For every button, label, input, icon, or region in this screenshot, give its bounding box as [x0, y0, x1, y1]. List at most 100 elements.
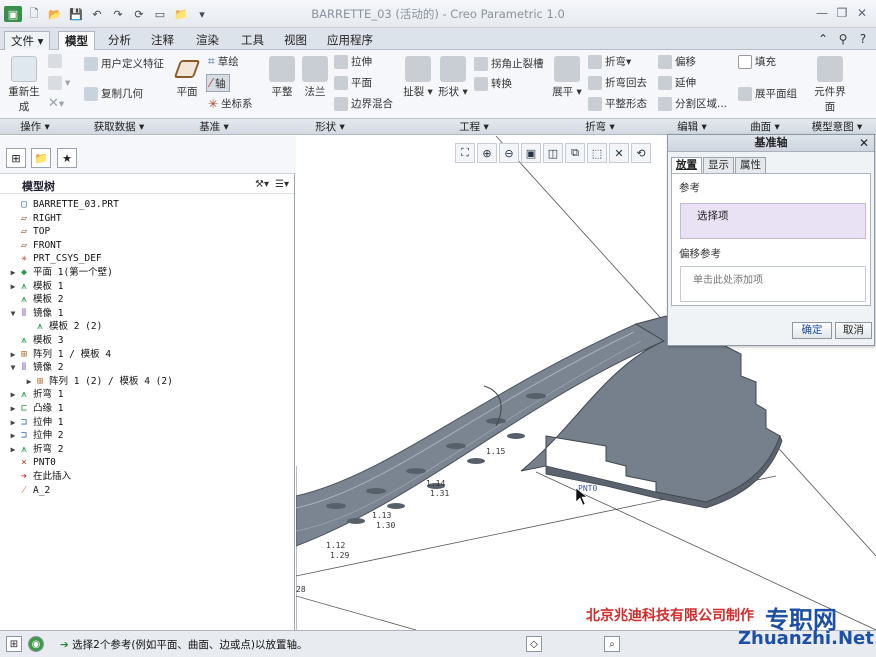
collapse-ribbon-icon[interactable]: ⌃: [814, 31, 832, 47]
rip-button[interactable]: 扯裂 ▾: [402, 56, 434, 99]
tree-expander-icon[interactable]: ▶: [8, 402, 18, 415]
saved-views-icon[interactable]: ⧉: [565, 143, 585, 163]
view-manager-icon[interactable]: ⬚: [587, 143, 607, 163]
group-edit[interactable]: 编辑 ▾: [652, 120, 732, 134]
close-icon[interactable]: ✕: [852, 4, 872, 22]
group-surface[interactable]: 曲面 ▾: [732, 120, 798, 134]
spin-center-icon[interactable]: ⟲: [631, 143, 651, 163]
dialog-close-icon[interactable]: ✕: [859, 135, 869, 151]
tree-item[interactable]: ▶ ⊐ 拉伸 2: [8, 429, 64, 442]
regenerate-button[interactable]: 重新生成: [6, 56, 42, 114]
axis-button[interactable]: ⁄ 轴: [206, 74, 230, 92]
datum-display-icon[interactable]: ✕: [609, 143, 629, 163]
tree-item[interactable]: ⩚ 模板 2: [8, 293, 63, 306]
zoom-in-icon[interactable]: ⊕: [477, 143, 497, 163]
tree-item[interactable]: ➔ 在此插入: [8, 470, 71, 483]
reference-collector[interactable]: 选择项: [680, 203, 866, 239]
plane-button[interactable]: 平面: [172, 56, 202, 99]
extend-button[interactable]: 延伸: [658, 75, 696, 90]
tree-item[interactable]: ⁄ A_2: [8, 484, 50, 497]
flatten-form-button[interactable]: 平整形态: [588, 96, 647, 111]
group-bend[interactable]: 折弯 ▾: [548, 120, 652, 134]
refit-icon[interactable]: ⛶: [455, 143, 475, 163]
cancel-button[interactable]: 取消: [835, 322, 872, 339]
tree-item[interactable]: ⩚ 模板 2 (2): [24, 320, 102, 333]
tree-expander-icon[interactable]: ▶: [8, 388, 18, 401]
browser-toggle-icon[interactable]: ◉: [28, 636, 44, 652]
tree-item[interactable]: ▶ ⩚ 模板 1: [8, 280, 64, 293]
user-feature-button[interactable]: 用户定义特征: [84, 56, 164, 71]
tree-item[interactable]: ▶ ⩚ 折弯 2: [8, 443, 64, 456]
unbend-button[interactable]: 展平 ▾: [552, 56, 582, 99]
tree-item[interactable]: ▶ ⊏ 凸缘 1: [8, 402, 64, 415]
repaint-icon[interactable]: ▣: [521, 143, 541, 163]
copy-button[interactable]: [48, 54, 65, 68]
element-ui-button[interactable]: 元件界面: [812, 56, 848, 114]
group-shape[interactable]: 形状 ▾: [260, 120, 400, 134]
group-datum[interactable]: 基准 ▾: [168, 120, 260, 134]
flange-button[interactable]: 法兰: [301, 56, 329, 99]
zoom-out-icon[interactable]: ⊖: [499, 143, 519, 163]
tab-file[interactable]: 文件 ▾: [4, 31, 51, 50]
tree-item[interactable]: ▶ ◆ 平面 1(第一个壁): [8, 266, 113, 279]
tree-expander-icon[interactable]: ▶: [8, 416, 18, 429]
tree-expander-icon[interactable]: ▶: [8, 429, 18, 442]
model-tree-tab-icon[interactable]: ⊞: [6, 148, 26, 168]
group-engineering[interactable]: 工程 ▾: [400, 120, 548, 134]
tree-expander-icon[interactable]: ▶: [8, 443, 18, 456]
tree-item[interactable]: ▶ ⊞ 阵列 1 / 模板 4: [8, 348, 111, 361]
tree-show-icon[interactable]: ☰▾: [274, 176, 290, 192]
group-operations[interactable]: 操作 ▾: [0, 120, 70, 134]
ok-button[interactable]: 确定: [792, 322, 832, 339]
group-model-intent[interactable]: 模型意图 ▾: [798, 120, 876, 134]
tree-expander-icon[interactable]: ▶: [24, 375, 34, 388]
fill-button[interactable]: 填充: [738, 54, 776, 69]
tree-item[interactable]: ▱ RIGHT: [8, 212, 62, 225]
tree-item[interactable]: ▼ ⫴ 镜像 1: [8, 307, 64, 320]
tree-item[interactable]: ▼ ⫴ 镜像 2: [8, 361, 64, 374]
tab-model[interactable]: 模型: [58, 31, 95, 50]
tree-expander-icon[interactable]: ▶: [8, 266, 18, 279]
tab-analysis[interactable]: 分析: [102, 31, 137, 50]
tree-expander-icon[interactable]: ▼: [8, 307, 18, 320]
tree-settings-icon[interactable]: ⚒▾: [254, 176, 270, 192]
tab-tools[interactable]: 工具: [235, 31, 270, 50]
tree-item[interactable]: ▶ ⩚ 折弯 1: [8, 388, 64, 401]
tree-item[interactable]: ▱ FRONT: [8, 239, 62, 252]
tree-item[interactable]: ▶ ⊞ 阵列 1 (2) / 模板 4 (2): [24, 375, 173, 388]
tab-applications[interactable]: 应用程序: [321, 31, 379, 50]
sketch-button[interactable]: ⌗ 草绘: [208, 54, 239, 69]
folder-browser-tab-icon[interactable]: 📁: [31, 148, 51, 168]
tree-item[interactable]: ⩚ 模板 3: [8, 334, 63, 347]
search-icon[interactable]: ⚲: [834, 31, 852, 47]
delete-button[interactable]: ✕ ▾: [48, 96, 64, 111]
tree-item[interactable]: × PNT0: [8, 456, 56, 469]
flat-button[interactable]: 平整: [268, 56, 296, 99]
flat-pattern-button[interactable]: 展平面组: [738, 86, 797, 101]
tree-item[interactable]: ▶ ⊐ 拉伸 1: [8, 416, 64, 429]
restore-icon[interactable]: ❐: [832, 4, 852, 22]
extrude-button[interactable]: 拉伸: [334, 54, 372, 69]
copy-geometry-button[interactable]: 复制几何: [84, 86, 143, 101]
tab-render[interactable]: 渲染: [190, 31, 225, 50]
convert-button[interactable]: 转换: [474, 76, 512, 91]
tree-expander-icon[interactable]: ▶: [8, 280, 18, 293]
split-area-button[interactable]: 分割区域...: [658, 96, 727, 111]
offset-button[interactable]: 偏移: [658, 54, 696, 69]
tab-view[interactable]: 视图: [278, 31, 313, 50]
plane2-button[interactable]: 平面: [334, 75, 372, 90]
offset-reference-collector[interactable]: 单击此处添加项: [680, 266, 866, 302]
minimize-icon[interactable]: —: [812, 4, 832, 22]
favorites-tab-icon[interactable]: ★: [57, 148, 77, 168]
csys-button[interactable]: ✳ 坐标系: [208, 96, 253, 111]
tree-item[interactable]: ▢ BARRETTE_03.PRT: [8, 198, 119, 211]
tree-item[interactable]: ✳ PRT_CSYS_DEF: [8, 252, 102, 265]
selection-filter-icon[interactable]: ◇: [526, 636, 542, 652]
group-get-data[interactable]: 获取数据 ▾: [70, 120, 168, 134]
tab-display[interactable]: 显示: [703, 157, 734, 173]
find-icon[interactable]: ⌕: [604, 636, 620, 652]
bend-button[interactable]: 折弯 ▾: [588, 54, 631, 69]
display-style-icon[interactable]: ◫: [543, 143, 563, 163]
boundary-blend-button[interactable]: 边界混合: [334, 96, 393, 111]
form-button[interactable]: 形状 ▾: [438, 56, 468, 99]
